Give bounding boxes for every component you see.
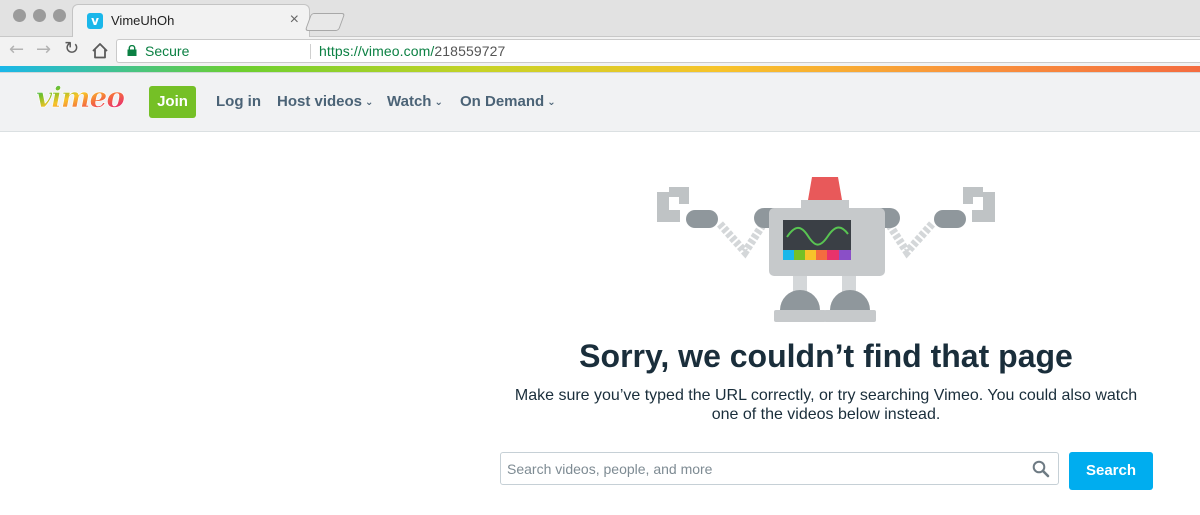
search-box[interactable]: [500, 452, 1059, 485]
back-icon[interactable]: ←: [9, 39, 24, 60]
robot-illustration: [657, 177, 995, 322]
forward-icon[interactable]: →: [36, 39, 51, 60]
address-divider: [310, 44, 311, 59]
close-icon[interactable]: ×: [290, 11, 299, 29]
address-bar[interactable]: Secure https://vimeo.com/218559727: [116, 39, 1200, 63]
chevron-down-icon: ⌄: [547, 97, 556, 108]
secure-label: Secure: [145, 43, 190, 59]
chevron-down-icon: ⌄: [434, 97, 443, 108]
window-zoom-control[interactable]: [53, 9, 66, 22]
nav-label: On Demand: [460, 93, 545, 110]
nav-watch[interactable]: Watch ⌄: [387, 93, 443, 110]
join-button[interactable]: Join: [149, 86, 196, 118]
url-text: https://vimeo.com/218559727: [319, 43, 505, 59]
nav-host-videos[interactable]: Host videos ⌄: [277, 93, 373, 110]
nav-label: Watch: [387, 93, 432, 110]
tab-title: VimeUhOh: [111, 13, 175, 28]
nav-label: Host videos: [277, 93, 363, 110]
new-tab-button[interactable]: [304, 13, 346, 31]
home-icon[interactable]: [91, 42, 109, 59]
site-header: vimeo Join Log in Host videos ⌄ Watch ⌄ On…: [0, 73, 1200, 132]
logo-text: vimeo: [36, 84, 124, 114]
nav-log-in[interactable]: Log in: [216, 93, 261, 110]
nav-on-demand[interactable]: On Demand ⌄: [460, 93, 556, 110]
error-description: Make sure you’ve typed the URL correctly…: [514, 387, 1138, 423]
chevron-down-icon: ⌄: [365, 97, 374, 108]
vimeo-logo[interactable]: vimeo: [36, 84, 128, 114]
browser-tab-bar: v VimeUhOh ×: [0, 0, 1200, 37]
page-title: Sorry, we couldn’t find that page: [579, 338, 1073, 374]
search-button[interactable]: Search: [1069, 452, 1153, 490]
url-path: 218559727: [434, 43, 506, 59]
url-host: https://vimeo.com/: [319, 43, 435, 59]
browser-toolbar: ← → ↻ Secure https://vimeo.com/218559727: [0, 37, 1200, 66]
search-icon[interactable]: [1032, 460, 1050, 478]
browser-tab[interactable]: v VimeUhOh ×: [72, 4, 310, 37]
window-close-control[interactable]: [13, 9, 26, 22]
lock-icon: [127, 45, 137, 56]
search-input[interactable]: [507, 458, 1022, 480]
window-minimize-control[interactable]: [33, 9, 46, 22]
vimeo-favicon-icon: v: [87, 13, 103, 29]
nav-label: Log in: [216, 93, 261, 110]
reload-icon[interactable]: ↻: [64, 38, 79, 59]
